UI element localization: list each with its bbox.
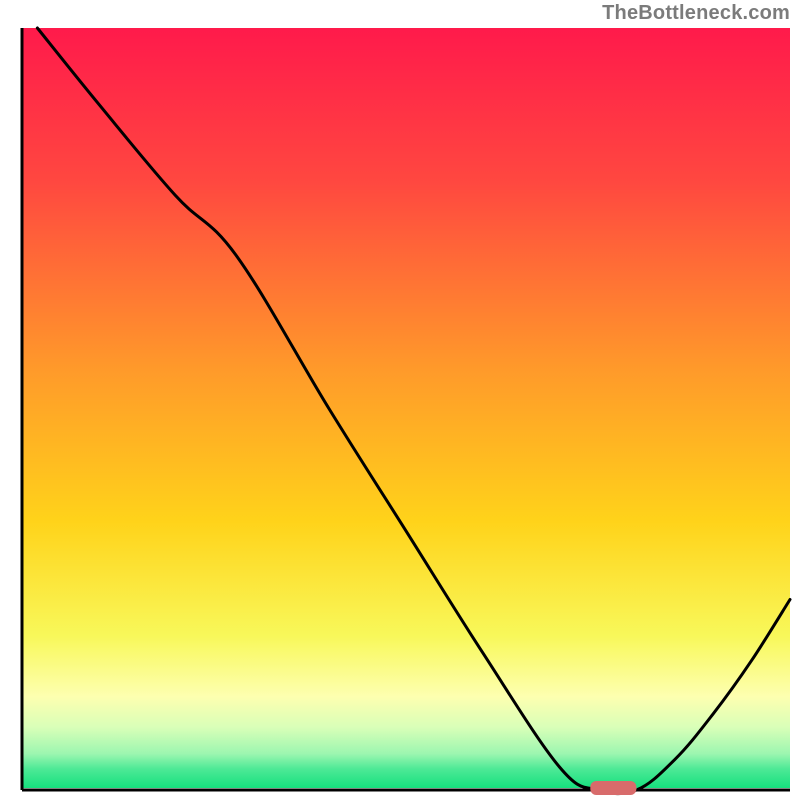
gradient-background (22, 28, 790, 788)
optimal-marker (590, 781, 636, 795)
chart-stage: TheBottleneck.com (0, 0, 800, 800)
bottleneck-chart (0, 0, 800, 800)
